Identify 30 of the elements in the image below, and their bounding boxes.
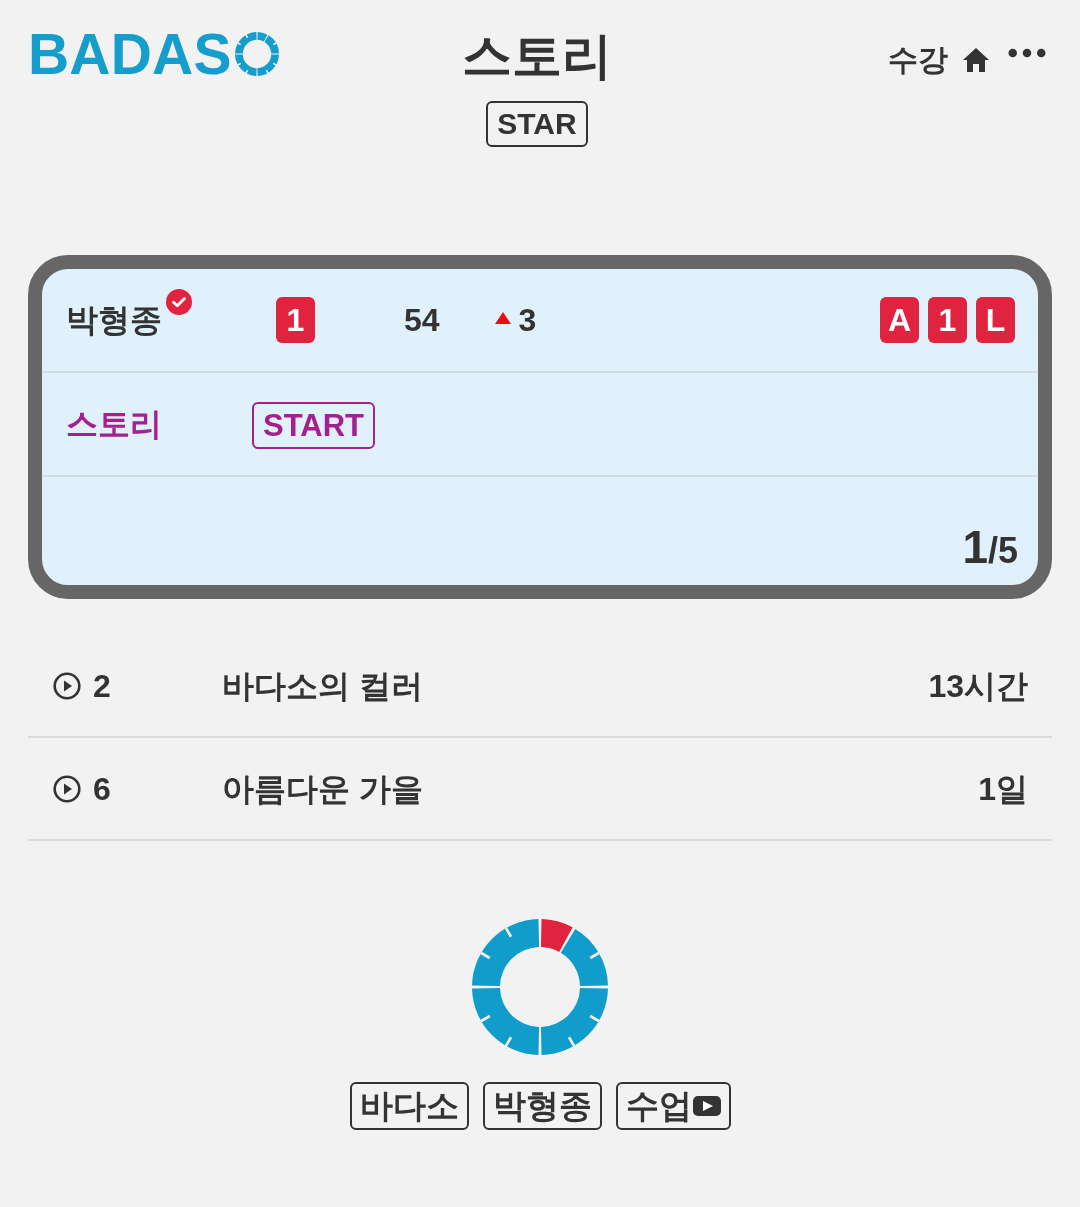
- user-name: 박형종: [66, 301, 162, 340]
- play-circle-icon: [53, 774, 81, 803]
- item-time: 13시간: [928, 666, 1028, 706]
- category-label: 스토리: [66, 405, 162, 444]
- play-circle-icon: [53, 671, 81, 700]
- item-title[interactable]: 바다소의 컬러: [222, 665, 423, 706]
- logo-text: BADAS: [28, 30, 232, 78]
- footer-button[interactable]: 바다소: [349, 1082, 469, 1130]
- logo-ring-icon: [234, 32, 279, 76]
- change-value: 3: [518, 301, 537, 340]
- item-number: 6: [93, 769, 112, 809]
- rank-badge: 1: [276, 297, 315, 343]
- score-value: 54: [404, 301, 440, 340]
- grade-badge: L: [976, 297, 1015, 343]
- page-counter: 1/5: [962, 523, 1018, 575]
- grade-badge: 1: [928, 297, 967, 343]
- video-play-icon: [692, 1096, 721, 1116]
- item-number: 2: [93, 666, 112, 706]
- item-time: 1일: [978, 769, 1028, 809]
- page-title: 스토리: [462, 28, 612, 84]
- item-title[interactable]: 아름다운 가을: [222, 768, 423, 809]
- footer-button[interactable]: 박형종: [482, 1082, 602, 1130]
- grade-badge: A: [880, 297, 919, 343]
- home-icon[interactable]: [962, 47, 990, 73]
- ring-logo-icon: [472, 919, 608, 1055]
- status-badge: START: [252, 401, 376, 449]
- more-icon[interactable]: [1008, 48, 1046, 58]
- class-video-button[interactable]: 수업: [615, 1082, 731, 1130]
- course-link[interactable]: 수강: [888, 42, 948, 78]
- star-badge: STAR: [486, 101, 588, 147]
